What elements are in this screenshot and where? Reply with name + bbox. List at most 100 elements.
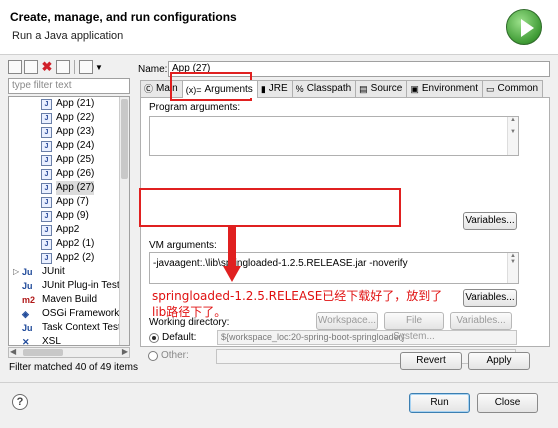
xsl-icon: ✕ [22, 337, 30, 346]
working-dir-variables-button[interactable]: Variables... [450, 312, 512, 330]
tree-item-label: App (27) [56, 181, 95, 195]
tab-label: Arguments [204, 83, 253, 95]
junit-icon: Ju [22, 267, 33, 277]
expand-icon[interactable]: ▷ [13, 265, 22, 279]
vm-variables-button[interactable]: Variables... [463, 289, 517, 307]
name-label: Name: [138, 64, 168, 75]
dialog-title: Create, manage, and run configurations [10, 10, 237, 24]
java-app-icon: J [41, 126, 52, 138]
filter-icon[interactable] [79, 60, 93, 74]
tree-item-label: App (23) [56, 126, 95, 137]
run-play-icon [506, 9, 542, 45]
tree-item[interactable]: J App2 [9, 223, 129, 237]
tree-item[interactable]: ▷ Ju JUnit [9, 265, 129, 279]
tree-horizontal-scrollbar[interactable]: ◀ ▶ [8, 347, 130, 358]
java-app-icon: J [41, 224, 52, 236]
scroll-right-icon[interactable]: ▶ [122, 347, 128, 356]
configuration-tree: J App (21) J App (22) J App (23) J App (24) J App… [8, 96, 130, 346]
tree-item-label: JUnit [42, 266, 65, 277]
tree-item[interactable]: ✕ XSL [9, 335, 129, 346]
tree-item[interactable]: ◈ OSGi Framework [9, 307, 129, 321]
program-arguments-field[interactable]: ▲ ▼ [149, 116, 519, 156]
tab-label: Main [156, 83, 178, 94]
vm-arguments-field[interactable]: -javaagent:.\lib\springloaded-1.2.5.RELE… [149, 252, 519, 284]
tree-item-label: App (22) [56, 112, 95, 123]
tab-jre[interactable]: ▮ JRE [256, 80, 293, 97]
close-button[interactable]: Close [477, 393, 538, 413]
vm-arguments-label: VM arguments: [149, 240, 217, 251]
tree-item[interactable]: J App (26) [9, 167, 129, 181]
tab-label: JRE [268, 83, 288, 94]
tree-item-label: App (25) [56, 154, 95, 165]
osgi-icon: ◈ [22, 309, 29, 319]
default-radio-label: Default: [162, 332, 197, 343]
new-prototype-icon[interactable] [24, 60, 38, 74]
tree-item[interactable]: J App2 (1) [9, 237, 129, 251]
common-tab-icon: ▭ [486, 84, 495, 94]
tree-item[interactable]: J App (9) [9, 209, 129, 223]
tab-arguments[interactable]: (x)= Arguments [181, 80, 258, 98]
tab-main[interactable]: Ⓒ Main [140, 80, 183, 97]
dialog-subtitle: Run a Java application [12, 30, 124, 42]
tree-item[interactable]: Ju Task Context Test [9, 321, 129, 335]
program-arguments-label: Program arguments: [149, 102, 241, 113]
jre-tab-icon: ▮ [260, 84, 266, 94]
java-app-icon: J [41, 98, 52, 110]
java-app-icon: J [41, 210, 52, 222]
source-tab-icon: ▤ [359, 84, 368, 94]
toolbar-separator [74, 60, 75, 74]
tree-item-label: Maven Build [42, 294, 98, 305]
new-config-icon[interactable] [8, 60, 22, 74]
name-field[interactable]: App (27) [168, 61, 550, 77]
tree-item[interactable]: m2 Maven Build [9, 293, 129, 307]
default-radio-dot[interactable] [149, 332, 159, 343]
other-radio[interactable]: Other: [148, 350, 189, 361]
vm-arguments-text: -javaagent:.\lib\springloaded-1.2.5.RELE… [153, 258, 408, 269]
configuration-editor-panel: Name: App (27) Ⓒ Main (x)= Arguments ▮ JRE% Cl… [138, 58, 552, 378]
tree-item-label: App (26) [56, 168, 95, 179]
tab-common[interactable]: ▭ Common [482, 80, 544, 97]
tree-item-label: App (24) [56, 140, 95, 151]
delete-icon[interactable]: ✖ [40, 60, 54, 74]
program-variables-button[interactable]: Variables... [463, 212, 517, 230]
tree-item[interactable]: J App (25) [9, 153, 129, 167]
main-tab-icon: Ⓒ [144, 84, 154, 94]
help-icon[interactable]: ? [12, 394, 28, 410]
run-button[interactable]: Run [409, 393, 470, 413]
default-directory-field: ${workspace_loc:20-spring-boot-springloa… [217, 330, 517, 345]
program-arguments-scrollbar[interactable]: ▲ ▼ [507, 117, 518, 155]
scrollbar-thumb[interactable] [23, 349, 63, 356]
dropdown-arrow-icon[interactable]: ▼ [95, 63, 103, 72]
scroll-left-icon[interactable]: ◀ [10, 347, 16, 356]
filter-input[interactable]: type filter text [8, 78, 130, 94]
workspace-button[interactable]: Workspace... [316, 312, 378, 330]
tree-item-label: OSGi Framework [42, 308, 120, 319]
file-system-button[interactable]: File System... [384, 312, 444, 342]
revert-button[interactable]: Revert [400, 352, 462, 370]
tree-vertical-scrollbar[interactable] [119, 97, 129, 345]
default-radio[interactable]: Default: [149, 332, 196, 343]
tree-item[interactable]: J App (24) [9, 139, 129, 153]
other-radio-dot[interactable] [148, 350, 158, 361]
tab-environment[interactable]: ▣ Environment [406, 80, 484, 97]
classpath-tab-icon: % [295, 84, 304, 94]
tree-item[interactable]: Ju JUnit Plug-in Test [9, 279, 129, 293]
tree-item[interactable]: J App (7) [9, 195, 129, 209]
tree-item-label: Task Context Test [42, 322, 121, 333]
tree-item[interactable]: J App (21) [9, 97, 129, 111]
tab-source[interactable]: ▤ Source [355, 80, 408, 97]
collapse-all-icon[interactable] [56, 60, 70, 74]
configuration-toolbar: ✖ ▼ [8, 58, 103, 76]
tab-label: Classpath [306, 83, 352, 94]
tab-classpath[interactable]: % Classpath [291, 80, 357, 97]
scrollbar-thumb[interactable] [121, 99, 128, 179]
arguments-tab-icon: (x)= [185, 84, 202, 95]
tree-item[interactable]: J App (22) [9, 111, 129, 125]
tree-item[interactable]: J App (23) [9, 125, 129, 139]
tree-item[interactable]: J App2 (2) [9, 251, 129, 265]
annotation-arrow-icon [223, 226, 241, 282]
java-app-icon: J [41, 182, 52, 194]
tree-item[interactable]: J App (27) [9, 181, 129, 195]
vm-arguments-scrollbar[interactable]: ▲ ▼ [507, 253, 518, 283]
apply-button[interactable]: Apply [468, 352, 530, 370]
